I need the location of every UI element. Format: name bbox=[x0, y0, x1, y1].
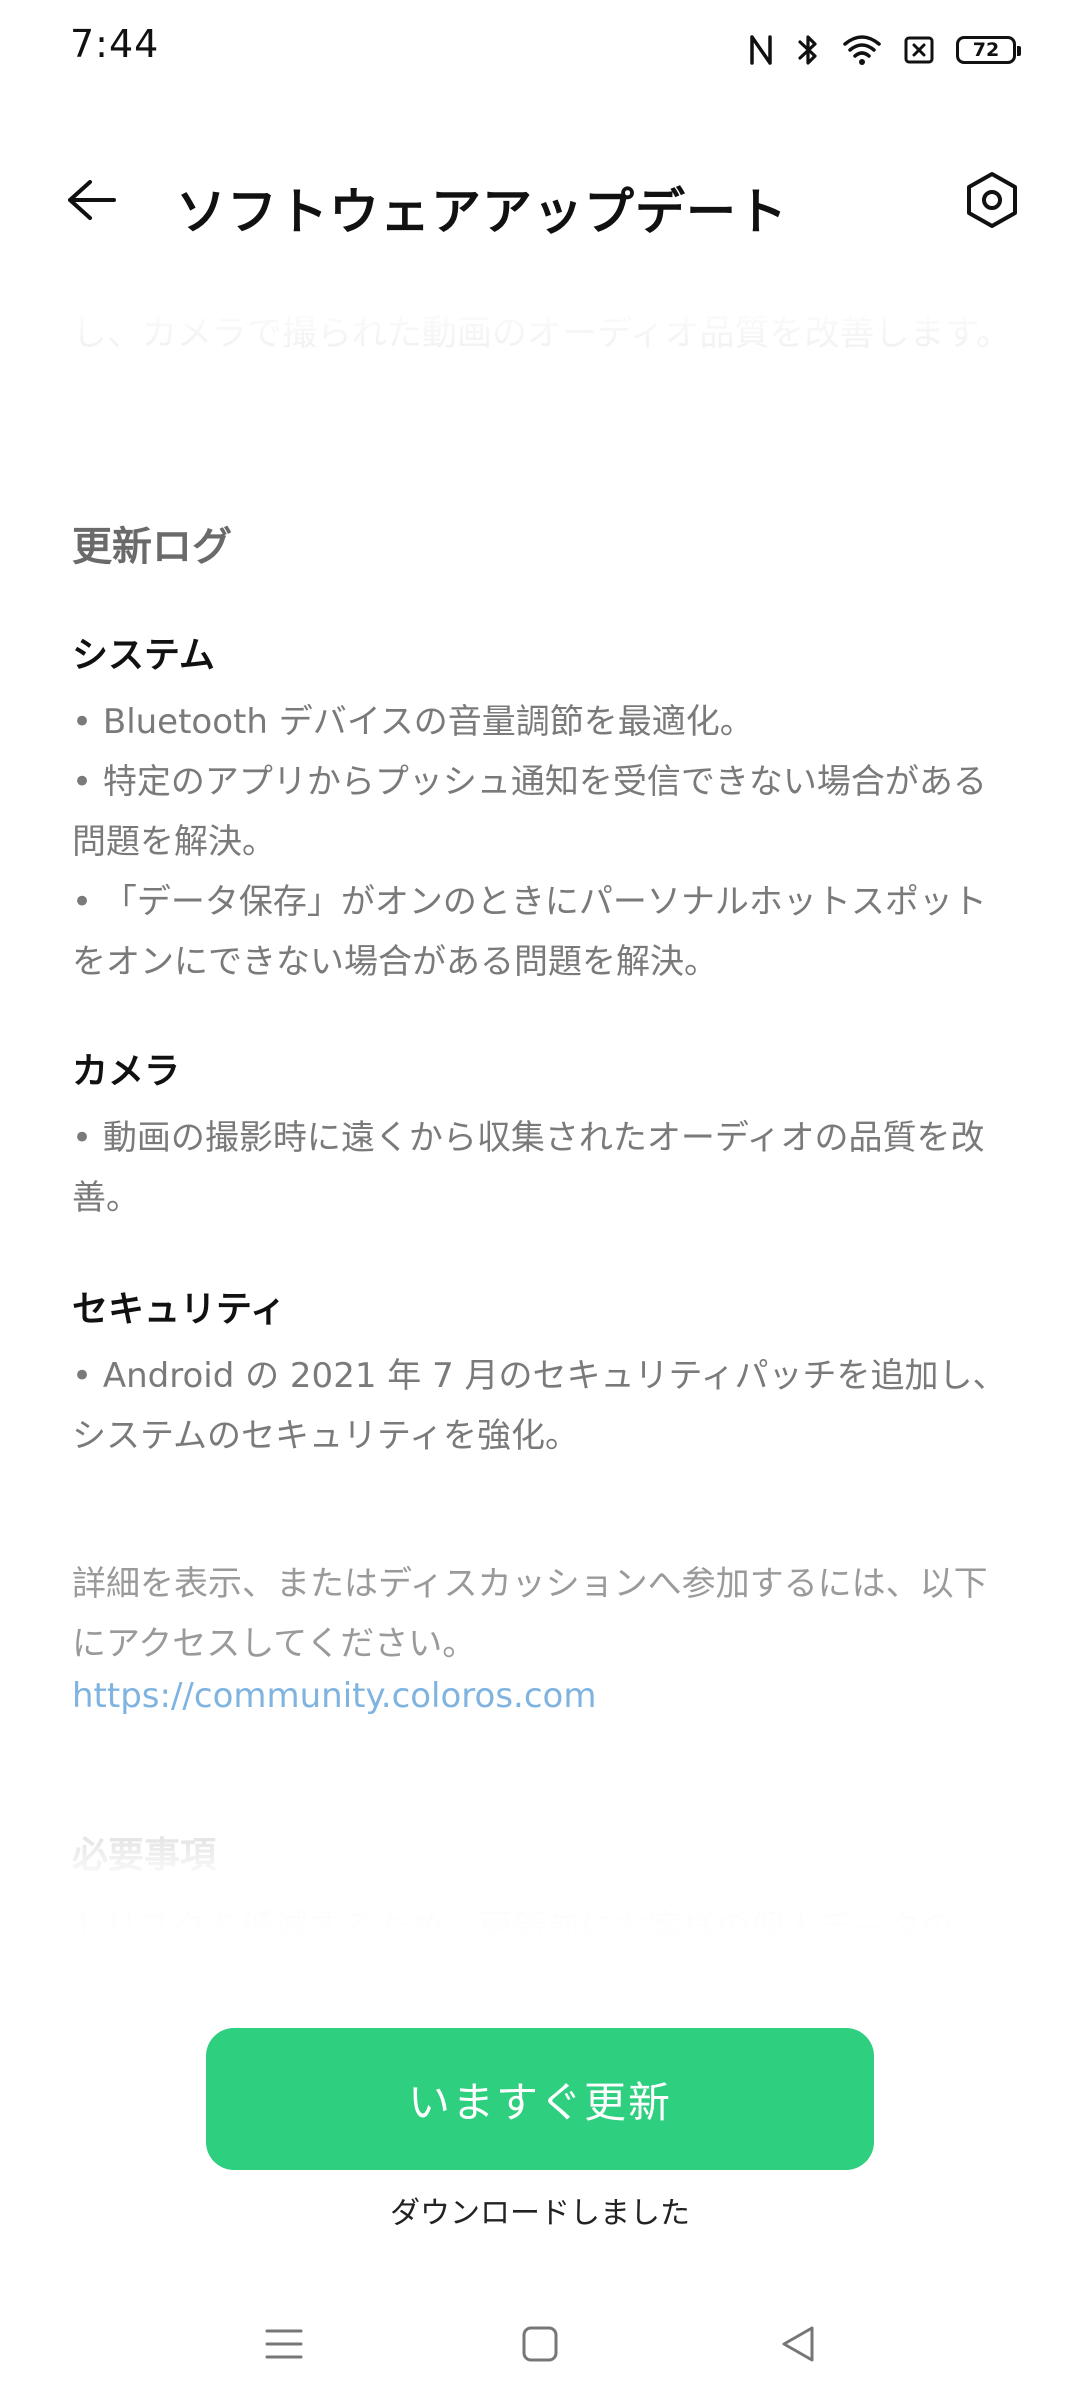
list-item: • Android の 2021 年 7 月のセキュリティパッチを追加し、システ… bbox=[72, 1356, 1007, 1456]
camera-list: • 動画の撮影時に遠くから収集されたオーディオの品質を改善。 bbox=[72, 1108, 1012, 1228]
navigation-bar bbox=[0, 2300, 1080, 2400]
sim-off-icon bbox=[904, 34, 934, 66]
app-bar: ソフトウェアアップデート bbox=[0, 150, 1080, 250]
changelog-content[interactable]: し、カメラで撮られた動画のオーディオ品質を改善します。 更新ログ システム • … bbox=[72, 300, 1012, 1940]
update-now-button[interactable]: いますぐ更新 bbox=[206, 2028, 874, 2170]
details-text: 詳細を表示、またはディスカッションへ参加するには、以下にアクセスしてください。 bbox=[72, 1564, 988, 1664]
nfc-icon bbox=[748, 33, 774, 67]
battery-icon: 72 bbox=[956, 36, 1021, 64]
list-item: • Bluetooth デバイスの音量調節を最適化。 bbox=[72, 702, 754, 742]
changelog-title: 更新ログ bbox=[72, 524, 232, 570]
battery-level: 72 bbox=[972, 39, 1000, 61]
download-status: ダウンロードしました bbox=[390, 2196, 690, 2231]
system-heading: システム bbox=[72, 635, 215, 676]
requirements-title: 必要事項 bbox=[72, 1835, 217, 1876]
back-icon[interactable] bbox=[768, 2314, 828, 2374]
community-link[interactable]: https://community.coloros.com bbox=[72, 1676, 596, 1716]
status-bar: 7:44 72 bbox=[0, 0, 1080, 100]
page-title: ソフトウェアアップデート bbox=[176, 183, 788, 241]
intro-text: し、カメラで撮られた動画のオーディオ品質を改善します。 bbox=[72, 314, 1012, 354]
list-item: • 動画の撮影時に遠くから収集されたオーディオの品質を改善。 bbox=[72, 1118, 985, 1218]
bluetooth-icon bbox=[796, 32, 820, 68]
camera-heading: カメラ bbox=[72, 1051, 181, 1092]
list-item: • 「データ保存」がオンのときにパーソナルホットスポットをオンにできない場合があ… bbox=[72, 882, 987, 982]
security-heading: セキュリティ bbox=[72, 1289, 286, 1330]
menu-icon[interactable] bbox=[254, 2314, 314, 2374]
system-list: • Bluetooth デバイスの音量調節を最適化。 • 特定のアプリからプッシ… bbox=[72, 692, 1012, 992]
settings-hexagon-icon[interactable] bbox=[960, 168, 1024, 232]
requirements-text: 1.リスクを低減するため、更新前にお客様の個人データの bbox=[72, 1908, 955, 1940]
home-icon[interactable] bbox=[510, 2314, 570, 2374]
wifi-icon bbox=[842, 33, 882, 67]
security-list: • Android の 2021 年 7 月のセキュリティパッチを追加し、システ… bbox=[72, 1346, 1012, 1466]
back-arrow-icon[interactable] bbox=[62, 170, 122, 230]
status-icons: 72 bbox=[748, 28, 1021, 72]
status-time: 7:44 bbox=[70, 22, 160, 66]
list-item: • 特定のアプリからプッシュ通知を受信できない場合がある問題を解決。 bbox=[72, 762, 987, 862]
